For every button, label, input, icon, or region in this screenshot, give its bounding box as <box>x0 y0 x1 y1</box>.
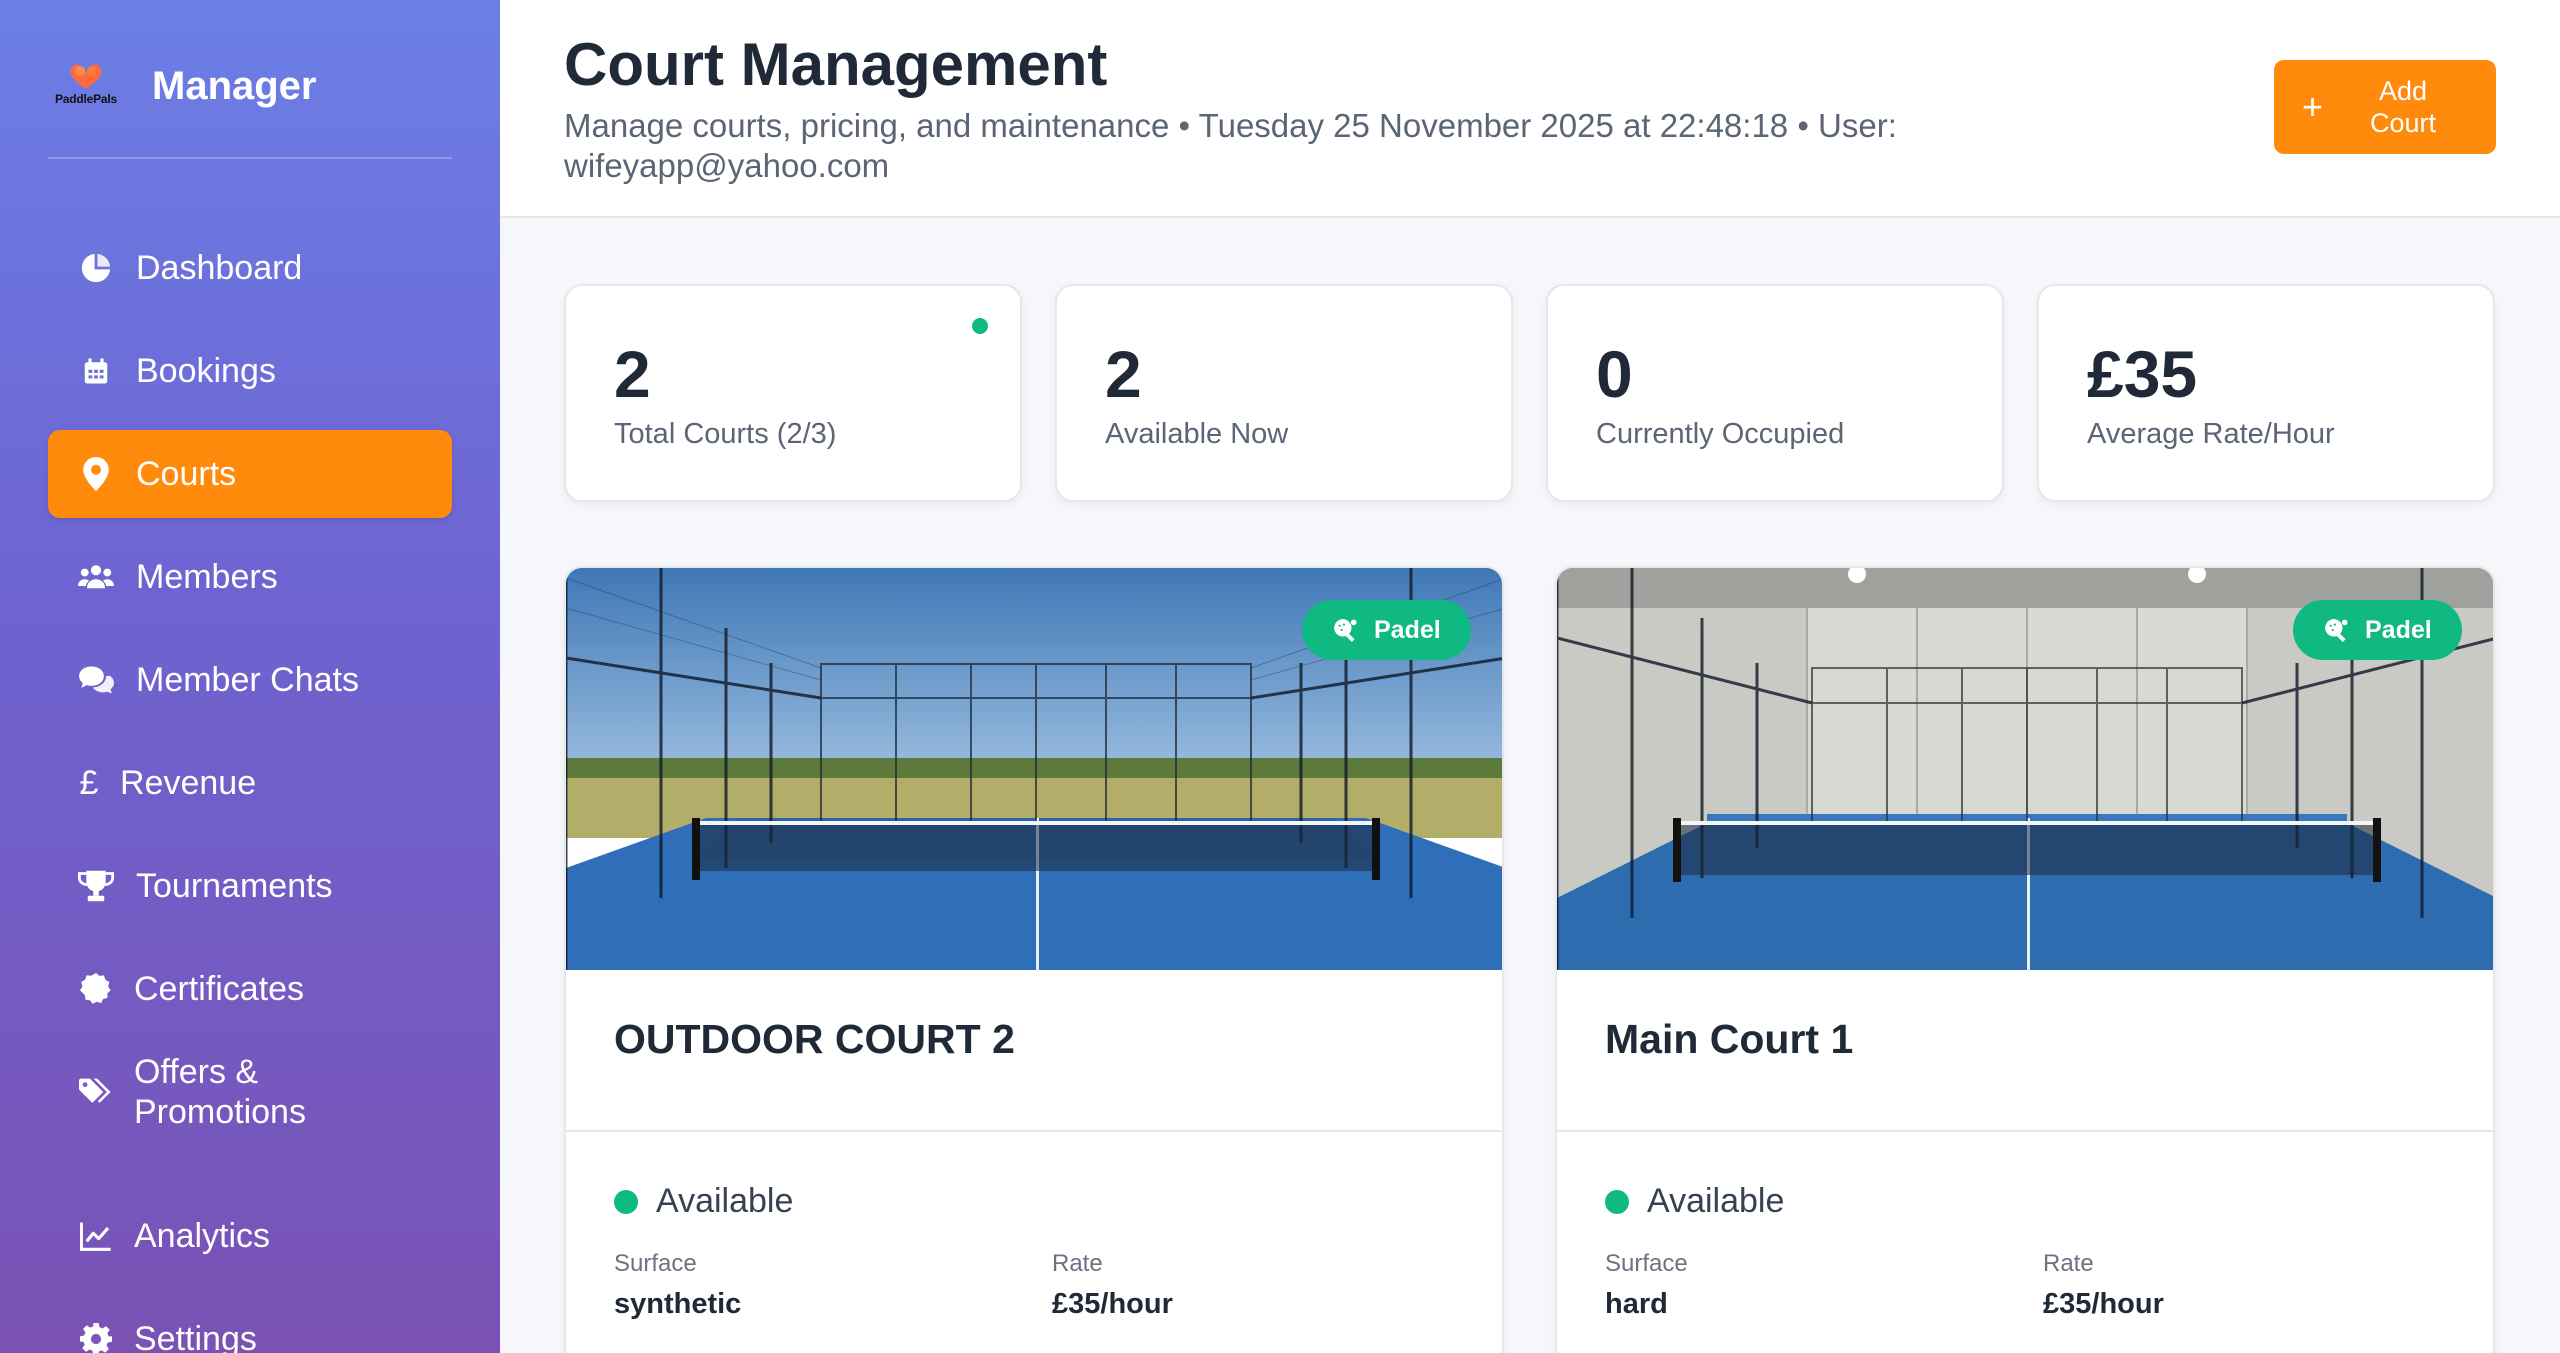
chat-bubbles-icon <box>78 662 114 698</box>
add-court-button[interactable]: + Add Court <box>2274 60 2496 154</box>
users-icon <box>78 559 114 595</box>
sidebar-item-label: Members <box>136 558 278 596</box>
map-pin-icon <box>78 456 114 492</box>
sport-badge: Padel <box>1302 600 1471 660</box>
court-status: Available <box>1605 1182 1784 1221</box>
sport-badge: Padel <box>2293 600 2462 660</box>
brand[interactable]: PaddlePals Manager <box>50 58 450 158</box>
sidebar-item-label: Bookings <box>136 352 276 390</box>
stat-value: 2 <box>614 337 651 411</box>
sidebar-item-label: Member Chats <box>136 661 359 699</box>
stat-value: 2 <box>1105 337 1142 411</box>
rate-value: £35/hour <box>1052 1288 1173 1320</box>
add-court-label: Add Court <box>2370 76 2437 138</box>
card-divider <box>566 1130 1502 1132</box>
sidebar-item-bookings[interactable]: Bookings <box>48 327 452 415</box>
status-text: Available <box>1647 1182 1785 1220</box>
tags-icon <box>78 1074 114 1110</box>
sidebar-item-settings[interactable]: Settings <box>48 1295 452 1353</box>
rate-label: Rate <box>2043 1250 2094 1277</box>
rate-value: £35/hour <box>2043 1288 2164 1320</box>
status-text: Available <box>656 1182 794 1220</box>
surface-value: hard <box>1605 1288 1668 1320</box>
sidebar-item-label: Revenue <box>120 764 257 802</box>
surface-label: Surface <box>1605 1250 1688 1277</box>
badge-label: Padel <box>2365 615 2432 644</box>
trophy-icon <box>78 868 114 904</box>
stat-label: Average Rate/Hour <box>2087 418 2335 450</box>
padel-racket-icon <box>2323 617 2349 643</box>
pie-chart-icon <box>78 250 114 286</box>
card-divider <box>1557 1130 2493 1132</box>
sidebar-divider <box>48 157 452 159</box>
gear-icon <box>78 1321 114 1353</box>
stat-label: Currently Occupied <box>1596 418 1845 450</box>
pound-sign-icon: £ <box>79 763 99 802</box>
court-status: Available <box>614 1182 793 1221</box>
badge-label: Padel <box>1374 615 1441 644</box>
sidebar-item-analytics[interactable]: Analytics <box>48 1192 452 1280</box>
padel-racket-icon <box>1332 617 1358 643</box>
app-title: Manager <box>152 64 317 108</box>
sidebar-item-label: Dashboard <box>136 249 303 287</box>
stat-card-total-courts: 2 Total Courts (2/3) <box>564 284 1022 502</box>
sidebar-item-courts[interactable]: Courts <box>48 430 452 518</box>
heart-logo-icon <box>70 64 102 89</box>
stat-value: £35 <box>2087 337 2198 411</box>
surface-value: synthetic <box>614 1288 742 1320</box>
sidebar-item-label: Settings <box>134 1320 257 1353</box>
court-name: OUTDOOR COURT 2 <box>614 1016 1015 1062</box>
sidebar: PaddlePals Manager Dashboard Bookings Co… <box>0 0 500 1353</box>
surface-label: Surface <box>614 1250 697 1277</box>
plus-icon: + <box>2302 86 2324 127</box>
stat-card-average-rate: £35 Average Rate/Hour <box>2037 284 2495 502</box>
page-title: Court Management <box>564 31 1108 98</box>
sidebar-item-certificates[interactable]: Certificates <box>48 945 452 1033</box>
paddlepals-logo: PaddlePals <box>50 62 122 112</box>
certificate-icon <box>78 971 114 1007</box>
status-indicator-dot <box>972 318 988 334</box>
sidebar-item-label: Certificates <box>134 970 305 1008</box>
sidebar-item-label: Tournaments <box>136 867 333 905</box>
sidebar-item-members[interactable]: Members <box>48 533 452 621</box>
page-header: Court Management Manage courts, pricing,… <box>500 0 2560 218</box>
stat-label: Total Courts (2/3) <box>614 418 837 450</box>
calendar-icon <box>78 353 114 389</box>
stat-label: Available Now <box>1105 418 1289 450</box>
sidebar-item-label: Courts <box>136 455 237 493</box>
sidebar-item-dashboard[interactable]: Dashboard <box>48 224 452 312</box>
sidebar-item-label: Offers & Promotions <box>134 1053 306 1131</box>
sidebar-item-offers-promotions[interactable]: Offers & Promotions <box>48 1048 452 1136</box>
sidebar-item-label: Analytics <box>134 1217 271 1255</box>
rate-label: Rate <box>1052 1250 1103 1277</box>
status-dot <box>1605 1189 1629 1214</box>
line-chart-icon <box>78 1218 114 1254</box>
court-card[interactable]: Padel OUTDOOR COURT 2 Available Surface … <box>564 566 1504 1353</box>
status-dot <box>614 1189 638 1214</box>
stat-value: 0 <box>1596 337 1633 411</box>
stat-card-available-now: 2 Available Now <box>1055 284 1513 502</box>
logo-text: PaddlePals <box>54 92 118 106</box>
sidebar-item-member-chats[interactable]: Member Chats <box>48 636 452 724</box>
page-subtitle: Manage courts, pricing, and maintenance … <box>564 107 1897 184</box>
sidebar-item-tournaments[interactable]: Tournaments <box>48 842 452 930</box>
stat-card-currently-occupied: 0 Currently Occupied <box>1546 284 2004 502</box>
court-name: Main Court 1 <box>1605 1016 1854 1062</box>
court-card[interactable]: Padel Main Court 1 Available Surface har… <box>1555 566 2495 1353</box>
sidebar-item-revenue[interactable]: £ Revenue <box>48 739 452 827</box>
